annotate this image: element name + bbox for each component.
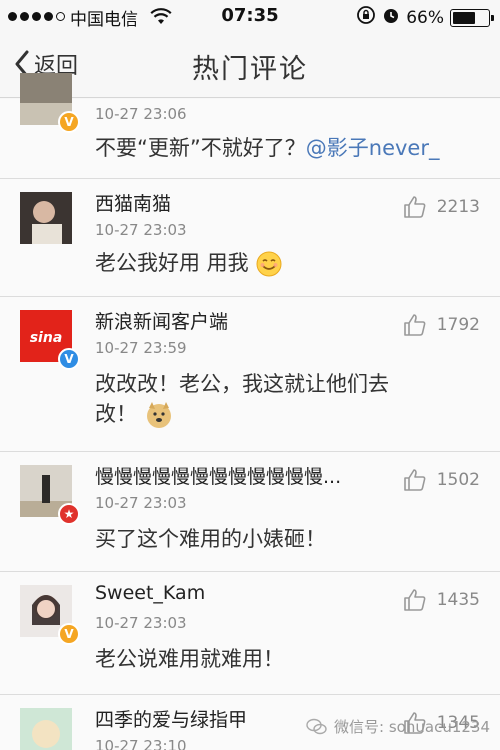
- rotation-lock-icon: [356, 5, 376, 30]
- thumbs-up-icon: [403, 589, 426, 611]
- like-count: 1435: [436, 590, 480, 610]
- like-button[interactable]: 1502: [403, 468, 480, 492]
- comment-text: 买了这个难用的小婊砸！: [95, 527, 326, 551]
- navigation-bar: 返回 热门评论: [0, 34, 500, 98]
- comment-text: 老公我好用 用我: [95, 248, 460, 278]
- comment-username[interactable]: 慢慢慢慢慢慢慢慢慢慢慢慢...: [95, 462, 341, 489]
- like-count: 1502: [436, 470, 480, 490]
- comment-time: 10-27 23:59: [95, 339, 187, 357]
- like-button[interactable]: 1435: [403, 588, 480, 612]
- battery-icon: [450, 8, 494, 27]
- comment-text: 改改改！老公，我这就让他们去改！: [95, 369, 430, 430]
- comment-text: 不要“更新”不就好了？@影子never_: [95, 136, 440, 160]
- mention-link[interactable]: @影子never_: [306, 136, 440, 160]
- comment-time: 10-27 23:03: [95, 494, 187, 512]
- thumbs-up-icon: [403, 196, 426, 218]
- like-button[interactable]: 2213: [403, 195, 480, 219]
- like-count: 1792: [436, 315, 480, 335]
- comment-username[interactable]: 四季的爱与绿指甲: [95, 705, 247, 732]
- like-button[interactable]: 1792: [403, 313, 480, 337]
- like-count: 2213: [436, 197, 480, 217]
- comment-time: 10-27 23:03: [95, 221, 187, 239]
- avatar[interactable]: sina V: [20, 310, 80, 370]
- avatar[interactable]: V: [20, 585, 80, 645]
- verified-badge-icon: V: [58, 111, 80, 133]
- avatar[interactable]: [20, 708, 72, 750]
- wechat-watermark: 微信号: sohuacu1234: [306, 716, 490, 737]
- comment-item[interactable]: 西猫南猫 10-27 23:03 老公我好用 用我 2213: [0, 179, 500, 297]
- status-bar: 中国电信 07:35 66%: [0, 0, 500, 34]
- page-title: 热门评论: [192, 54, 308, 85]
- comment-item[interactable]: sina V 新浪新闻客户端 10-27 23:59 改改改！老公，我这就让他们…: [0, 297, 500, 452]
- comment-list: V 10-27 23:06 不要“更新”不就好了？@影子never_ 西猫南猫 …: [0, 73, 500, 750]
- comment-item[interactable]: ★ 慢慢慢慢慢慢慢慢慢慢慢慢... 10-27 23:03 买了这个难用的小婊砸…: [0, 452, 500, 572]
- comment-text: 老公说难用就难用！: [95, 647, 284, 671]
- watermark-text: 微信号: sohuacu1234: [334, 718, 490, 736]
- doge-emoji-icon: [146, 402, 171, 428]
- comment-username[interactable]: Sweet_Kam: [95, 582, 205, 604]
- star-badge-icon: ★: [58, 503, 80, 525]
- comment-time: 10-27 23:06: [95, 105, 187, 123]
- thumbs-up-icon: [403, 469, 426, 491]
- comment-username[interactable]: 西猫南猫: [95, 189, 171, 216]
- avatar[interactable]: V: [20, 73, 80, 133]
- verified-badge-icon: V: [58, 348, 80, 370]
- verified-badge-icon: V: [58, 623, 80, 645]
- comment-username[interactable]: 新浪新闻客户端: [95, 307, 228, 334]
- comment-time: 10-27 23:03: [95, 614, 187, 632]
- comment-item[interactable]: V Sweet_Kam 10-27 23:03 老公说难用就难用！ 1435: [0, 572, 500, 695]
- smile-emoji-icon: [256, 251, 282, 277]
- wechat-icon: [306, 718, 327, 734]
- alarm-icon: [382, 5, 400, 30]
- comment-time: 10-27 23:10: [95, 737, 187, 750]
- thumbs-up-icon: [403, 314, 426, 336]
- avatar[interactable]: [20, 192, 72, 244]
- battery-percent: 66%: [406, 7, 444, 28]
- comment-item[interactable]: V 10-27 23:06 不要“更新”不就好了？@影子never_: [0, 73, 500, 179]
- svg-text:sina: sina: [30, 330, 63, 346]
- avatar[interactable]: ★: [20, 465, 80, 525]
